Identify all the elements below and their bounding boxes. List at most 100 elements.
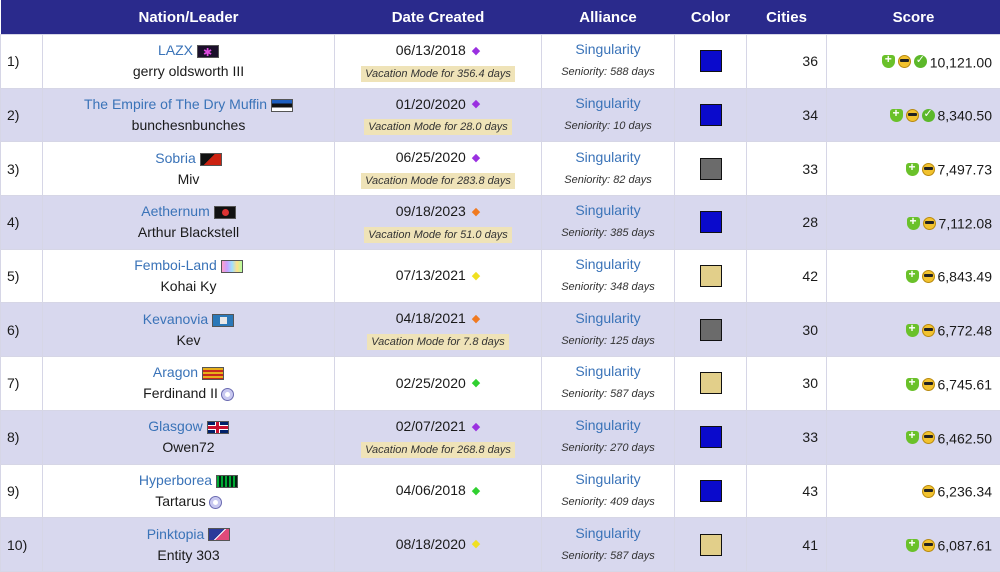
alliance-cell: SingularitySeniority: 409 days bbox=[542, 464, 675, 518]
nation-link[interactable]: Glasgow bbox=[148, 418, 202, 434]
row-rank: 7) bbox=[1, 357, 43, 411]
table-row: 10)PinktopiaEntity 30308/18/2020◆Singula… bbox=[1, 518, 1000, 572]
leader-name: Arthur Blackstell bbox=[138, 224, 239, 240]
color-cell bbox=[675, 410, 747, 464]
header-nation-leader[interactable]: Nation/Leader bbox=[43, 0, 335, 35]
score-cell: 6,087.61 bbox=[827, 518, 1000, 572]
score-value: 6,236.34 bbox=[938, 483, 993, 499]
nation-link[interactable]: LAZX bbox=[158, 42, 193, 58]
alliance-cell: SingularitySeniority: 10 days bbox=[542, 88, 675, 142]
alliance-seniority: Seniority: 587 days bbox=[561, 550, 655, 562]
sunglasses-face-icon bbox=[923, 217, 936, 230]
color-swatch bbox=[700, 534, 722, 556]
nation-flag-icon bbox=[200, 153, 222, 166]
header-color[interactable]: Color bbox=[675, 0, 747, 35]
check-badge-icon bbox=[914, 55, 927, 68]
alliance-seniority: Seniority: 270 days bbox=[561, 442, 655, 454]
score-cell: 6,843.49 bbox=[827, 249, 1000, 303]
nations-table: Nation/Leader Date Created Alliance Colo… bbox=[0, 0, 1000, 572]
header-cities[interactable]: Cities bbox=[747, 0, 827, 35]
alliance-link[interactable]: Singularity bbox=[575, 310, 640, 326]
date-created: 04/06/2018 bbox=[396, 482, 466, 498]
nation-link[interactable]: The Empire of The Dry Muffin bbox=[84, 96, 267, 112]
date-created-cell: 08/18/2020◆ bbox=[335, 518, 542, 572]
row-rank: 4) bbox=[1, 196, 43, 250]
color-swatch bbox=[700, 426, 722, 448]
date-created-cell: 09/18/2023◆Vacation Mode for 51.0 days bbox=[335, 196, 542, 250]
nation-link[interactable]: Pinktopia bbox=[147, 526, 205, 542]
vacation-mode-badge: Vacation Mode for 356.4 days bbox=[361, 66, 515, 82]
cities-count: 33 bbox=[747, 410, 827, 464]
alliance-link[interactable]: Singularity bbox=[575, 363, 640, 379]
vacation-mode-badge: Vacation Mode for 51.0 days bbox=[364, 227, 512, 243]
score-cell: 6,772.48 bbox=[827, 303, 1000, 357]
alliance-link[interactable]: Singularity bbox=[575, 149, 640, 165]
alliance-link[interactable]: Singularity bbox=[575, 256, 640, 272]
table-row: 6)KevanoviaKev04/18/2021◆Vacation Mode f… bbox=[1, 303, 1000, 357]
date-created-cell: 02/25/2020◆ bbox=[335, 357, 542, 411]
alliance-seniority: Seniority: 588 days bbox=[561, 66, 655, 78]
sunglasses-face-icon bbox=[922, 378, 935, 391]
alliance-cell: Singularity Seniority: 588 days bbox=[542, 35, 675, 89]
leader-name: Entity 303 bbox=[157, 547, 219, 563]
cities-count: 30 bbox=[747, 303, 827, 357]
nation-link[interactable]: Sobria bbox=[155, 150, 195, 166]
date-created-cell: 01/20/2020◆Vacation Mode for 28.0 days bbox=[335, 88, 542, 142]
alliance-link[interactable]: Singularity bbox=[575, 525, 640, 541]
color-cell bbox=[675, 142, 747, 196]
row-rank: 6) bbox=[1, 303, 43, 357]
header-score[interactable]: Score bbox=[827, 0, 1000, 35]
alliance-link[interactable]: Singularity bbox=[575, 95, 640, 111]
shield-plus-icon bbox=[906, 431, 919, 444]
date-created: 09/18/2023 bbox=[396, 203, 466, 219]
cities-count: 41 bbox=[747, 518, 827, 572]
sunglasses-face-icon bbox=[898, 55, 911, 68]
nation-link[interactable]: Kevanovia bbox=[143, 311, 208, 327]
color-swatch bbox=[700, 104, 722, 126]
color-cell bbox=[675, 303, 747, 357]
sunglasses-face-icon bbox=[922, 539, 935, 552]
date-created-cell: 04/18/2021◆Vacation Mode for 7.8 days bbox=[335, 303, 542, 357]
alliance-link[interactable]: Singularity bbox=[575, 202, 640, 218]
alliance-link[interactable]: Singularity bbox=[575, 417, 640, 433]
sunglasses-face-icon bbox=[906, 109, 919, 122]
shield-plus-icon bbox=[906, 378, 919, 391]
nation-flag-icon bbox=[221, 260, 243, 273]
row-rank: 5) bbox=[1, 249, 43, 303]
alliance-cell: SingularitySeniority: 587 days bbox=[542, 357, 675, 411]
score-cell: 7,497.73 bbox=[827, 142, 1000, 196]
cities-count: 33 bbox=[747, 142, 827, 196]
date-created-cell: 06/25/2020◆Vacation Mode for 283.8 days bbox=[335, 142, 542, 196]
date-created: 08/18/2020 bbox=[396, 536, 466, 552]
score-value: 8,340.50 bbox=[938, 108, 993, 124]
row-rank: 8) bbox=[1, 410, 43, 464]
cities-count: 30 bbox=[747, 357, 827, 411]
score-value: 6,772.48 bbox=[938, 322, 993, 338]
color-swatch bbox=[700, 211, 722, 233]
date-created-cell: 04/06/2018 ◆ bbox=[335, 464, 542, 518]
alliance-link[interactable]: Singularity bbox=[575, 41, 640, 57]
alliance-link[interactable]: Singularity bbox=[575, 471, 640, 487]
nation-flag-icon bbox=[197, 45, 219, 58]
row-rank: 3) bbox=[1, 142, 43, 196]
score-value: 10,121.00 bbox=[930, 54, 992, 70]
diamond-icon: ◆ bbox=[472, 482, 480, 501]
nation-link[interactable]: Femboi-Land bbox=[134, 257, 217, 273]
header-date-created[interactable]: Date Created bbox=[335, 0, 542, 35]
date-created-cell: 07/13/2021◆ bbox=[335, 249, 542, 303]
date-created-cell: 02/07/2021◆Vacation Mode for 268.8 days bbox=[335, 410, 542, 464]
alliance-cell: Singularity Seniority: 587 days bbox=[542, 518, 675, 572]
shield-plus-icon bbox=[906, 324, 919, 337]
nation-flag-icon bbox=[216, 475, 238, 488]
nation-link[interactable]: Aethernum bbox=[141, 203, 209, 219]
vacation-mode-badge: Vacation Mode for 283.8 days bbox=[361, 173, 515, 189]
alliance-cell: SingularitySeniority: 385 days bbox=[542, 196, 675, 250]
diamond-icon: ◆ bbox=[472, 149, 480, 168]
color-swatch bbox=[700, 50, 722, 72]
nation-link[interactable]: Aragon bbox=[153, 364, 198, 380]
leader-name: Tartarus bbox=[155, 493, 206, 509]
color-swatch bbox=[700, 158, 722, 180]
nation-link[interactable]: Hyperborea bbox=[139, 472, 212, 488]
diamond-icon: ◆ bbox=[472, 310, 480, 329]
header-alliance[interactable]: Alliance bbox=[542, 0, 675, 35]
